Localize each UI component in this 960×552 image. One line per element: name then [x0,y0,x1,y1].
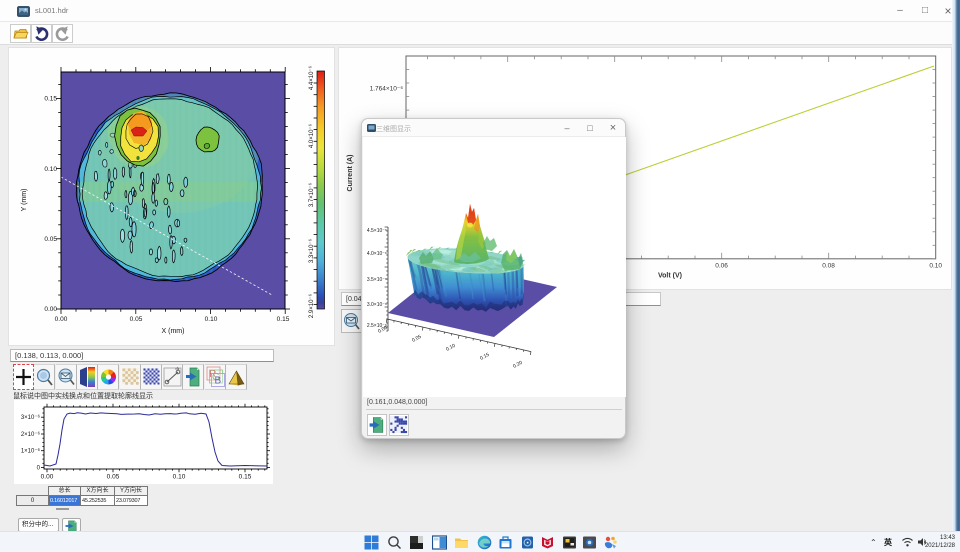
svg-text:0.10: 0.10 [205,316,218,323]
svg-text:0.05: 0.05 [130,316,143,323]
svg-text:Current (A): Current (A) [347,155,354,192]
svg-text:0.15: 0.15 [479,352,491,362]
svg-text:Volt (V): Volt (V) [658,273,682,280]
svg-text:2.9×10⁻⁶: 2.9×10⁻⁶ [308,293,315,318]
svg-text:1×10⁻⁶: 1×10⁻⁶ [21,448,41,455]
svg-text:0.15: 0.15 [239,474,252,481]
svg-text:3.5×10⁻⁶: 3.5×10⁻⁶ [367,277,387,283]
svg-text:2×10⁻⁶: 2×10⁻⁶ [21,431,41,438]
svg-text:Y (mm): Y (mm) [21,189,28,212]
svg-text:0.15: 0.15 [44,96,57,103]
svg-text:3×10⁻⁶: 3×10⁻⁶ [21,414,41,421]
svg-text:0.06: 0.06 [715,263,728,270]
svg-text:0.10: 0.10 [929,263,942,270]
svg-text:0.10: 0.10 [173,474,186,481]
svg-text:0.05: 0.05 [411,334,423,344]
svg-text:4.5×10⁻⁶: 4.5×10⁻⁶ [367,228,387,234]
svg-text:4.0×10⁻⁶: 4.0×10⁻⁶ [308,123,315,148]
svg-text:3.7×10⁻⁶: 3.7×10⁻⁶ [308,182,315,207]
svg-text:4.0×10⁻⁶: 4.0×10⁻⁶ [367,251,387,257]
svg-text:X (mm): X (mm) [162,328,185,335]
svg-text:0.00: 0.00 [41,474,54,481]
svg-text:0.20: 0.20 [512,360,524,370]
svg-text:0.15: 0.15 [277,316,290,323]
svg-text:B: B [214,376,221,387]
svg-text:0.05: 0.05 [44,236,57,243]
svg-text:1.764×10⁻⁶: 1.764×10⁻⁶ [370,86,404,93]
svg-text:0.08: 0.08 [822,263,835,270]
svg-text:0.10: 0.10 [445,343,457,353]
svg-text:3.0×10⁻⁶: 3.0×10⁻⁶ [367,302,387,308]
svg-text:4.4×10⁻⁶: 4.4×10⁻⁶ [308,65,315,90]
svg-text:0.05: 0.05 [107,474,120,481]
svg-text:0.10: 0.10 [44,166,57,173]
svg-text:0.00: 0.00 [44,306,57,313]
svg-text:0.00: 0.00 [55,316,68,323]
svg-text:0: 0 [37,466,41,472]
svg-text:3.3×10⁻⁶: 3.3×10⁻⁶ [308,238,315,263]
